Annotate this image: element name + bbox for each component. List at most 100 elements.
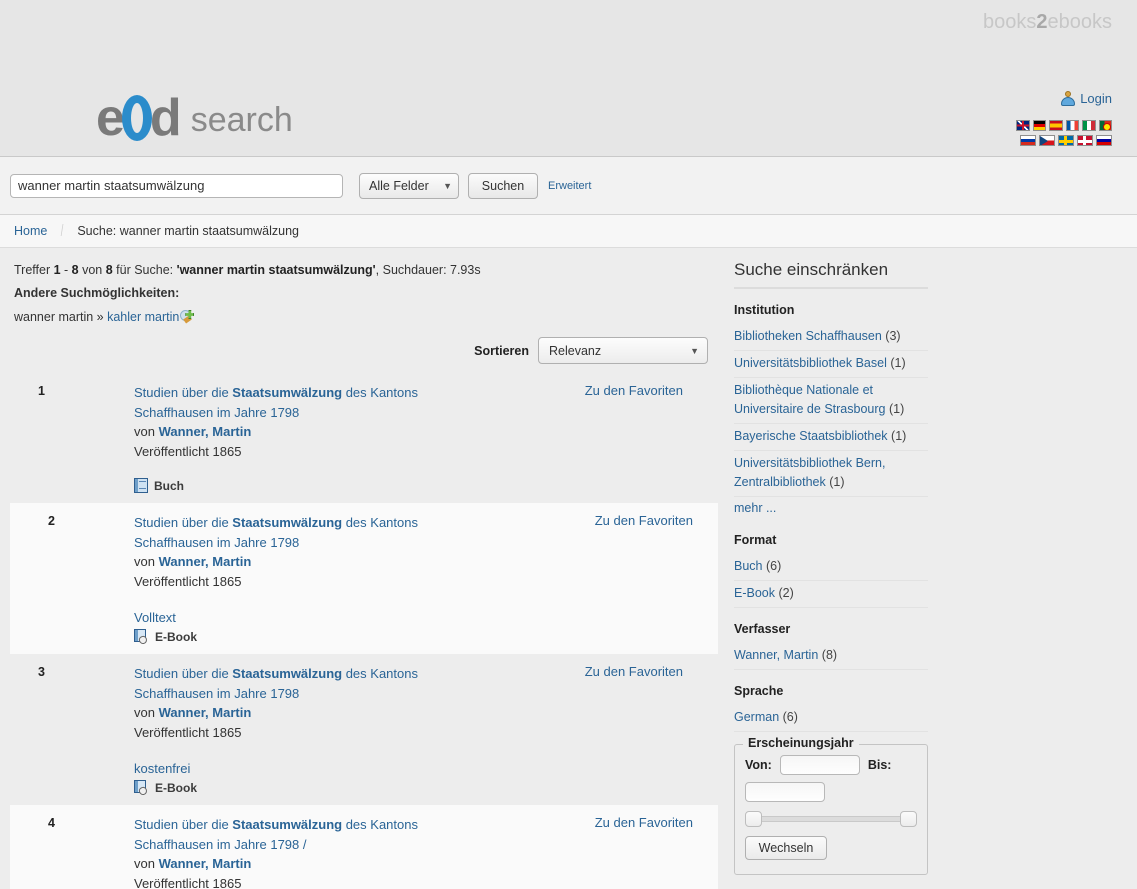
facet-item-link[interactable]: Buch <box>734 559 763 573</box>
result-format-label: Buch <box>154 478 184 493</box>
facet-item-count: (1) <box>829 475 845 489</box>
facet-item[interactable]: Wanner, Martin (8) <box>734 643 928 670</box>
search-input[interactable] <box>10 173 343 198</box>
result-body: Studien über die Staatsumwälzung des Kan… <box>55 815 718 889</box>
year-slider-handle-max[interactable] <box>900 811 917 827</box>
chevron-down-icon: ▼ <box>690 345 699 356</box>
result-extra: kostenfrei E-Book <box>134 759 718 797</box>
flag-united-kingdom-icon[interactable] <box>1016 120 1030 131</box>
flag-czech-republic-icon[interactable] <box>1039 135 1055 146</box>
flag-italy-icon[interactable] <box>1082 120 1096 131</box>
add-suggestion-icon[interactable] <box>180 310 195 324</box>
facet-item-count: (2) <box>778 586 794 600</box>
facet-item-count: (6) <box>765 559 782 573</box>
result-title-link[interactable]: Studien über die Staatsumwälzung des Kan… <box>134 664 434 703</box>
result-title-link[interactable]: Studien über die Staatsumwälzung des Kan… <box>134 383 434 422</box>
facet-item-count: (8) <box>821 648 838 662</box>
facet-item[interactable]: Universitätsbibliothek Bern, Zentralbibl… <box>734 451 928 497</box>
result-author-link[interactable]: Wanner, Martin <box>159 705 252 720</box>
year-to-input[interactable] <box>745 782 825 802</box>
result-body: Studien über die Staatsumwälzung des Kan… <box>45 383 718 493</box>
result-published: Veröffentlicht 1865 <box>134 443 242 459</box>
facet-more-link[interactable]: mehr ... <box>734 501 776 515</box>
suggestion-link[interactable]: kahler martin <box>107 310 179 324</box>
user-icon <box>1061 91 1076 106</box>
facet-item-count: (6) <box>782 710 798 724</box>
year-slider-handle-min[interactable] <box>745 811 762 827</box>
result-index: 1 <box>38 384 45 398</box>
facet-item[interactable]: Buch (6) <box>734 554 928 581</box>
year-apply-label: Wechseln <box>758 841 814 855</box>
year-apply-button[interactable]: Wechseln <box>745 836 827 860</box>
result-body: Studien über die Staatsumwälzung des Kan… <box>45 664 718 797</box>
year-from-row: Von: Bis: <box>745 755 917 775</box>
year-from-input[interactable] <box>779 755 860 775</box>
facet-group: Institution Bibliotheken Schaffhausen (3… <box>734 303 928 519</box>
facet-item-link[interactable]: German <box>734 710 779 724</box>
books2ebooks-post: ebooks <box>1047 11 1113 33</box>
login-link[interactable]: Login <box>1080 91 1112 106</box>
add-to-favorites-link[interactable]: Zu den Favoriten <box>595 513 693 528</box>
result-title-link[interactable]: Studien über die Staatsumwälzung des Kan… <box>134 513 434 552</box>
add-to-favorites-link[interactable]: Zu den Favoriten <box>585 664 683 679</box>
facet-item[interactable]: Universitätsbibliothek Basel (1) <box>734 351 928 378</box>
results-count-line: Treffer 1 - 8 von 8 für Suche: 'wanner m… <box>14 260 718 280</box>
results-prefix: Treffer <box>14 263 54 277</box>
flag-sweden-icon[interactable] <box>1058 135 1074 146</box>
sort-row: Sortieren Relevanz ▼ <box>0 337 718 364</box>
flag-russia-icon[interactable] <box>1020 135 1036 146</box>
results-column: Treffer 1 - 8 von 8 für Suche: 'wanner m… <box>0 248 718 889</box>
facet-item-count: (1) <box>888 402 905 416</box>
search-submit-button[interactable]: Suchen <box>468 172 538 199</box>
flag-germany-icon[interactable] <box>1032 120 1046 131</box>
facet-item[interactable]: Bibliothèque Nationale et Universitaire … <box>734 378 928 424</box>
facet-item-link[interactable]: Bayerische Staatsbibliothek <box>734 429 888 443</box>
result-row: 4 Studien über die Staatsumwälzung des K… <box>10 805 718 889</box>
year-to-row <box>745 782 917 802</box>
result-author-link[interactable]: Wanner, Martin <box>159 554 252 569</box>
language-flags <box>1016 120 1112 150</box>
advanced-search-link[interactable]: Erweitert <box>548 180 591 192</box>
sort-select[interactable]: Relevanz ▼ <box>538 337 708 364</box>
facet-item[interactable]: E-Book (2) <box>734 581 928 608</box>
year-range-slider[interactable] <box>745 811 917 827</box>
breadcrumb-separator-icon: / <box>61 221 64 240</box>
flag-denmark-icon[interactable] <box>1077 135 1093 146</box>
sort-selected-label: Relevanz <box>549 343 602 358</box>
facet-item[interactable]: Bayerische Staatsbibliothek (1) <box>734 424 928 451</box>
breadcrumb-home-link[interactable]: Home <box>14 224 47 238</box>
books2ebooks-pre: books <box>983 11 1037 33</box>
facet-item-link[interactable]: Wanner, Martin <box>734 648 818 662</box>
login-area[interactable]: Login <box>1061 91 1112 106</box>
result-title-link[interactable]: Studien über die Staatsumwälzung des Kan… <box>134 815 434 854</box>
results-dash: - <box>60 263 72 277</box>
result-author-line: von Wanner, Martin <box>134 705 252 720</box>
facet-item-link[interactable]: E-Book <box>734 586 775 600</box>
facet-item-count: (1) <box>890 356 906 370</box>
logo-letter-e: e <box>96 89 125 147</box>
facet-item-link[interactable]: Universitätsbibliothek Basel <box>734 356 887 370</box>
result-extra-link[interactable]: kostenfrei <box>134 759 718 778</box>
facet-item[interactable]: Bibliotheken Schaffhausen (3) <box>734 324 928 351</box>
facets-title: Suche einschränken <box>734 260 928 289</box>
facet-item-link[interactable]: Bibliotheken Schaffhausen <box>734 329 882 343</box>
search-field-select[interactable]: Alle Felder ▼ <box>359 172 459 199</box>
eod-search-logo[interactable]: e d search <box>96 92 293 144</box>
facet-item-link[interactable]: Bibliothèque Nationale et Universitaire … <box>734 383 885 416</box>
year-to-label: Bis: <box>867 758 892 772</box>
breadcrumb-current: Suche: wanner martin staatsumwälzung <box>77 224 299 238</box>
result-extra-link[interactable]: Volltext <box>134 608 718 627</box>
result-format: E-Book <box>134 780 718 797</box>
facet-item-link[interactable]: Universitätsbibliothek Bern, Zentralbibl… <box>734 456 885 489</box>
facet-more[interactable]: mehr ... <box>734 497 928 519</box>
flag-slovenia-icon[interactable] <box>1096 135 1112 146</box>
logo-letter-d: d <box>149 89 182 147</box>
flag-portugal-icon[interactable] <box>1098 120 1112 131</box>
result-author-link[interactable]: Wanner, Martin <box>159 424 252 439</box>
flag-france-icon[interactable] <box>1065 120 1079 131</box>
add-to-favorites-link[interactable]: Zu den Favoriten <box>585 383 683 398</box>
result-author-link[interactable]: Wanner, Martin <box>159 856 252 871</box>
facet-item[interactable]: German (6) <box>734 705 928 732</box>
flag-spain-icon[interactable] <box>1049 120 1063 131</box>
add-to-favorites-link[interactable]: Zu den Favoriten <box>595 815 693 830</box>
